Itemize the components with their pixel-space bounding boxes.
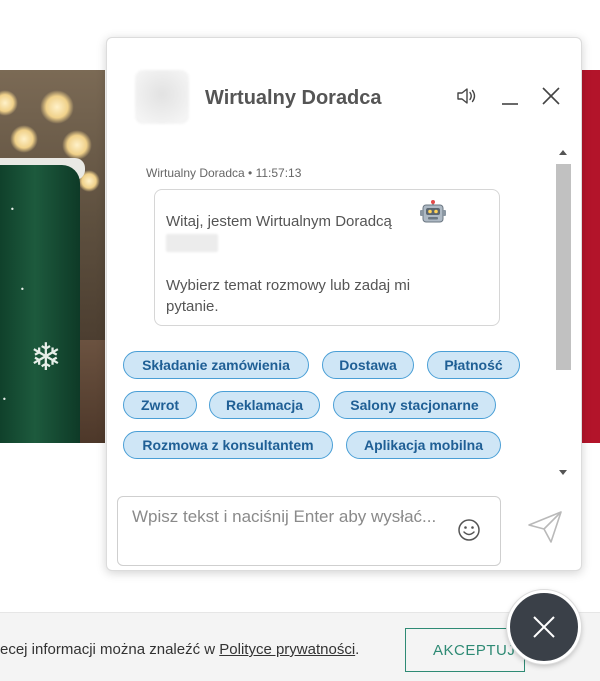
- message-input[interactable]: [132, 507, 452, 527]
- prompt-text: Wybierz temat rozmowy lub zadaj mi pytan…: [166, 277, 411, 315]
- close-icon[interactable]: [539, 86, 563, 106]
- close-chat-button[interactable]: [507, 590, 581, 664]
- privacy-policy-link[interactable]: Polityce prywatności: [219, 641, 355, 658]
- chat-title: Wirtualny Doradca: [205, 87, 382, 109]
- scroll-down-arrow-icon[interactable]: [559, 470, 567, 475]
- emoji-icon[interactable]: [457, 518, 481, 542]
- quick-reply-mobile-app[interactable]: Aplikacja mobilna: [346, 431, 501, 459]
- quick-reply-payment[interactable]: Płatność: [427, 351, 520, 379]
- scroll-up-arrow-icon[interactable]: [559, 150, 567, 155]
- quick-reply-delivery[interactable]: Dostawa: [322, 351, 414, 379]
- minimize-icon[interactable]: [498, 86, 522, 106]
- hero-image: ❄ • • • •: [0, 70, 105, 443]
- scroll-thumb[interactable]: [556, 164, 571, 370]
- blurred-name: [166, 234, 218, 252]
- quick-reply-consultant[interactable]: Rozmowa z konsultantem: [123, 431, 333, 459]
- chat-widget: Wirtualny Doradca Wirtualny Doradca • 11: [106, 37, 582, 571]
- message-meta: Wirtualny Doradca • 11:57:13: [146, 166, 302, 180]
- message-input-box: [117, 496, 501, 566]
- message-list: Wirtualny Doradca • 11:57:13 Witaj, jest…: [107, 146, 555, 484]
- quick-reply-stores[interactable]: Salony stacjonarne: [333, 391, 496, 419]
- quick-reply-complaint[interactable]: Reklamacja: [209, 391, 320, 419]
- avatar: [135, 70, 189, 124]
- page: ❄ • • • • ecej informacji można znaleźć …: [0, 0, 600, 681]
- send-icon[interactable]: [527, 510, 563, 544]
- chat-header: Wirtualny Doradca: [107, 38, 581, 138]
- close-chat-icon: [533, 616, 555, 638]
- cookie-text: ecej informacji można znaleźć w Polityce…: [0, 641, 360, 658]
- quick-reply-return[interactable]: Zwrot: [123, 391, 197, 419]
- quick-reply-ordering[interactable]: Składanie zamówienia: [123, 351, 309, 379]
- robot-icon: [419, 200, 447, 231]
- message-scrollbar[interactable]: [554, 146, 573, 484]
- sound-icon[interactable]: [455, 86, 479, 106]
- message-bubble: Witaj, jestem Wirtualnym Doradcą Wybierz…: [154, 189, 500, 326]
- greeting-text: Witaj, jestem Wirtualnym Doradcą: [166, 213, 392, 230]
